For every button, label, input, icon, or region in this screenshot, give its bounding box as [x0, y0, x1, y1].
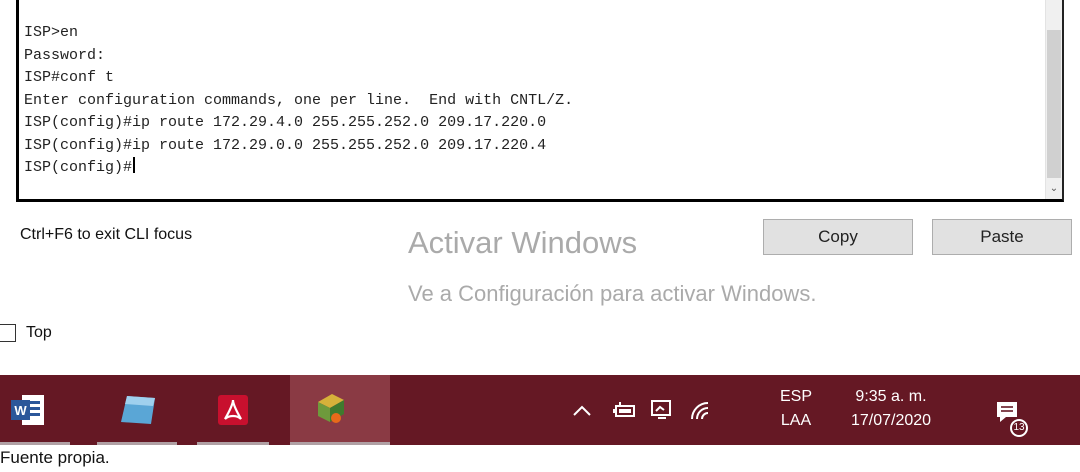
active-indicator — [97, 442, 177, 445]
cli-line: ISP>en — [24, 24, 79, 41]
language-code: ESP — [779, 388, 812, 405]
vertical-scrollbar[interactable]: ⌄ — [1045, 0, 1062, 199]
app-icon — [121, 396, 155, 424]
cli-line: ISP(config)#ip route 172.29.0.0 255.255.… — [24, 136, 547, 154]
cli-line: ISP#conf t — [24, 69, 115, 86]
cli-prompt: ISP(config)# — [24, 159, 133, 176]
activation-watermark-subtitle: Ve a Configuración para activar Windows. — [408, 281, 817, 306]
taskbar-app-packet-tracer[interactable] — [290, 375, 390, 445]
acrobat-icon — [218, 395, 248, 425]
scroll-thumb[interactable] — [1047, 30, 1061, 178]
figure-caption: Fuente propia. — [0, 448, 110, 467]
active-indicator — [290, 442, 390, 445]
cli-focus-hint: Ctrl+F6 to exit CLI focus — [20, 226, 193, 243]
activation-watermark-title: Activar Windows — [408, 225, 638, 260]
cli-prompt-line[interactable]: ISP(config)# — [24, 157, 573, 180]
clock[interactable]: 9:35 a. m. 17/07/2020 — [836, 385, 946, 433]
wifi-icon[interactable] — [688, 399, 712, 421]
paste-button[interactable]: Paste — [932, 219, 1072, 255]
active-indicator — [0, 442, 70, 445]
packet-tracer-icon — [318, 394, 344, 423]
taskbar-app-acrobat[interactable] — [197, 375, 269, 445]
notification-count-badge: 13 — [1010, 419, 1028, 437]
scroll-down-icon[interactable]: ⌄ — [1046, 181, 1062, 197]
cli-line: Password: — [24, 46, 106, 64]
taskbar-app-window[interactable] — [97, 375, 177, 445]
top-checkbox[interactable] — [0, 324, 16, 342]
clock-time: 9:35 a. m. — [855, 388, 927, 405]
svg-text:W: W — [14, 403, 27, 418]
keyboard-layout: LAA — [780, 412, 812, 429]
top-checkbox-label: Top — [26, 324, 52, 341]
active-indicator — [197, 442, 269, 445]
copy-button[interactable]: Copy — [763, 219, 913, 255]
text-cursor — [133, 157, 136, 173]
cli-line: Enter configuration commands, one per li… — [24, 91, 574, 109]
word-icon: W — [11, 395, 44, 425]
battery-icon[interactable] — [612, 401, 638, 419]
cli-line: ISP(config)#ip route 172.29.4.0 255.255.… — [24, 114, 547, 131]
input-language[interactable]: ESP LAA — [776, 385, 816, 433]
cli-output: ISP>en Password: ISP#conf t Enter config… — [24, 22, 573, 180]
taskbar: W ESP LAA 9:35 a. m. 17/07/2020 13 — [0, 375, 1080, 445]
network-monitor-icon[interactable] — [650, 399, 674, 421]
taskbar-app-word[interactable]: W — [0, 375, 70, 445]
clock-date: 17/07/2020 — [850, 412, 932, 429]
cli-terminal[interactable]: ISP>en Password: ISP#conf t Enter config… — [16, 0, 1064, 202]
chevron-up-icon[interactable] — [572, 403, 592, 417]
